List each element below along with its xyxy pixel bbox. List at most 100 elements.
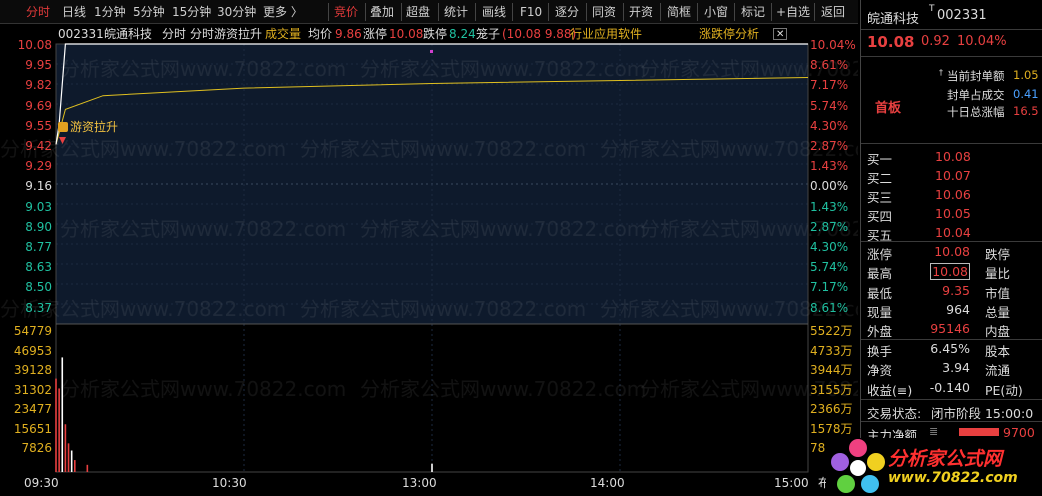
tab-15min[interactable]: 15分钟 [172, 0, 211, 24]
ten-day-label: 十日总涨幅 [947, 105, 1005, 119]
time-tick-label: 13:00 [402, 476, 437, 490]
btn-back[interactable]: 返回 [821, 0, 845, 24]
btn-same-funds[interactable]: 同资 [592, 0, 616, 24]
stat-label: 流通 [985, 363, 1011, 379]
stat-value: 9.35 [942, 282, 970, 298]
watermark-text: 分析家公式网www.70822.com [360, 377, 646, 401]
time-tick-label: 10:30 [212, 476, 247, 490]
pct-tick-label: 10.04% [810, 38, 856, 52]
tab-5min[interactable]: 5分钟 [133, 0, 165, 24]
btn-add-watchlist[interactable]: +自选 [776, 0, 810, 24]
tab-intraday[interactable]: 分时 [26, 0, 50, 24]
volume-bar [55, 378, 57, 472]
header-title: 分时游资拉升 [190, 27, 263, 41]
btn-open-funds[interactable]: 开资 [629, 0, 653, 24]
price-tick-label: 9.55 [25, 118, 52, 133]
time-tick-label: 15:00 [774, 476, 809, 490]
trade-state-value: 闭市阶段 15:00:0 [931, 406, 1034, 421]
flag-icon [58, 122, 68, 132]
btn-superpan[interactable]: 超盘 [406, 0, 430, 24]
volume-tick-label: 46953 [13, 343, 52, 358]
pct-tick-label: 2.87% [810, 219, 849, 234]
volume-tick-label: 15651 [13, 421, 52, 436]
watermark-text: 分析家公式网www.70822.com [360, 217, 646, 241]
logo-text: 分析家公式网 [888, 448, 1003, 470]
pct-tick-label: 8.61% [810, 58, 849, 73]
stock-name: 皖通科技 [867, 12, 920, 27]
price-tick-label: 8.77 [25, 240, 52, 254]
pct-tick-label: 1.43% [810, 199, 849, 214]
header-limitup-value: 10.08 [389, 27, 424, 41]
info-icon[interactable]: T [929, 4, 935, 14]
tab-more[interactable]: 更多 〉 [263, 0, 303, 24]
header-avg-value: 9.86 [335, 27, 362, 41]
btn-mark[interactable]: 标记 [741, 0, 765, 24]
bid-price[interactable]: 10.05 [935, 206, 971, 221]
volume-bar [86, 464, 89, 472]
btn-per-minute[interactable]: 逐分 [555, 0, 579, 24]
price-tick-label: 9.42 [25, 139, 52, 153]
volume-tick-label: 7826 [21, 441, 52, 455]
tab-1min[interactable]: 1分钟 [94, 0, 126, 24]
signal-dot [430, 50, 433, 53]
quote-panel: 皖通科技 T 002331 10.08 0.92 10.04% † 当前封单额 … [860, 0, 1042, 496]
header-cage-label: 笼子 [476, 27, 501, 41]
price-tick-label: 8.90 [25, 219, 52, 234]
limit-analysis-link[interactable]: 涨跌停分析 [699, 24, 759, 44]
last-price: 10.08 [867, 33, 915, 51]
volume-bar [70, 450, 73, 472]
btn-simple-frame[interactable]: 简框 [667, 0, 691, 24]
pct-tick-label: 5.74% [810, 260, 849, 275]
price-change: 0.92 [921, 34, 950, 49]
volume-bar [74, 460, 76, 472]
tab-30min[interactable]: 30分钟 [217, 0, 256, 24]
bid-price[interactable]: 10.07 [935, 168, 971, 183]
price-tick-label: 9.16 [25, 179, 52, 194]
volume-bar [67, 443, 70, 472]
bid-price[interactable]: 10.06 [935, 187, 971, 202]
volume-tick-label: 2366万 [810, 402, 853, 416]
price-tick-label: 9.69 [25, 98, 52, 113]
btn-auction[interactable]: 竞价 [334, 0, 358, 24]
header-cage-value: (10.08 9.88) [502, 27, 577, 41]
stat-value: 3.94 [942, 360, 970, 376]
header-limitup-label: 涨停 [363, 27, 388, 41]
header-vol-label: 成交量 [265, 27, 302, 41]
stock-code: 002331 [937, 8, 987, 23]
stat-label: 最低 [867, 285, 893, 301]
pct-tick-label: 5.74% [810, 98, 849, 113]
watermark-text: 分析家公式网www.70822.com [60, 217, 346, 241]
watermark-text: 分析家公式网www.70822.com [300, 137, 586, 161]
price-tick-label: 8.50 [25, 280, 52, 295]
price-tick-label: 10.08 [17, 38, 52, 52]
stat-value: 10.08 [934, 244, 970, 259]
bid-price[interactable]: 10.08 [935, 149, 971, 164]
price-tick-label: 9.29 [25, 159, 52, 174]
btn-draw[interactable]: 画线 [482, 0, 506, 24]
volume-bar [58, 388, 60, 472]
btn-overlay[interactable]: 叠加 [370, 0, 394, 24]
annotation-label: 游资拉升 [70, 120, 119, 134]
flower-icon [831, 439, 885, 493]
stat-value: 10.08 [930, 263, 970, 281]
header-avg-label: 均价 [308, 27, 333, 41]
trade-state-label: 交易状态: [867, 406, 922, 421]
volume-bar [61, 357, 64, 472]
intraday-chart[interactable]: 分析家公式网www.70822.com 分析家公式网www.70822.com 分析… [0, 0, 858, 496]
btn-stats[interactable]: 统计 [444, 0, 468, 24]
tab-daily[interactable]: 日线 [62, 0, 86, 24]
dagger-icon: † [939, 68, 943, 77]
btn-mini-window[interactable]: 小窗 [704, 0, 728, 24]
close-icon[interactable]: ✕ [773, 28, 788, 40]
volume-bar [64, 424, 67, 472]
pct-tick-label: 4.30% [810, 118, 849, 133]
menu-icon[interactable]: ≣ [929, 425, 938, 438]
btn-f10[interactable]: F10 [520, 0, 542, 24]
bid-label: 买一 [867, 152, 893, 167]
header-industry[interactable]: 行业应用软件 [570, 24, 642, 44]
time-tick-label: 14:00 [590, 476, 625, 490]
header-limitdown-label: 跌停 [423, 27, 448, 41]
first-board-badge: 首板 [875, 101, 902, 116]
watermark-text: 分析家公式网www.70822.com [60, 377, 346, 401]
bid-price[interactable]: 10.04 [935, 225, 971, 240]
